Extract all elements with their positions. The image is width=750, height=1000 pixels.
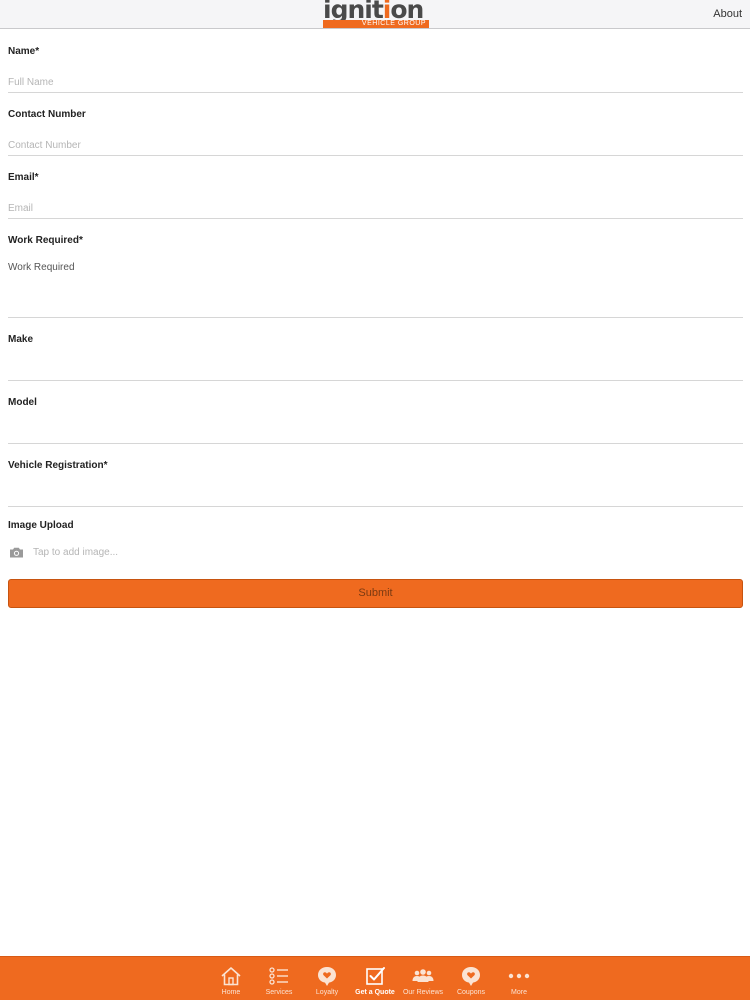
ignition-logo: ignition VEHICLE GROUP <box>323 0 429 29</box>
logo-subtitle: VEHICLE GROUP <box>323 20 429 28</box>
bottom-tab-bar: Home Services Loyalty Get a Quote Our Re… <box>0 956 750 1000</box>
app-screen: ignition VEHICLE GROUP About Name* Conta… <box>0 0 750 1000</box>
name-field: Name* <box>8 46 743 93</box>
vehicle-registration-input[interactable] <box>8 487 743 501</box>
submit-button[interactable]: Submit <box>8 579 743 608</box>
model-input[interactable] <box>8 424 743 438</box>
image-upload-label: Image Upload <box>8 520 74 531</box>
top-nav-bar: ignition VEHICLE GROUP About <box>0 0 750 29</box>
name-label: Name* <box>8 46 40 57</box>
heart-bubble-icon <box>462 967 480 986</box>
tab-more-label: More <box>511 989 527 996</box>
image-upload-picker[interactable]: Tap to add image... <box>8 545 308 561</box>
make-input[interactable] <box>8 361 743 375</box>
camera-icon <box>10 547 23 558</box>
tab-our-reviews[interactable]: Our Reviews <box>399 957 447 1000</box>
logo-wordmark: ignition <box>323 0 424 24</box>
tab-coupons[interactable]: Coupons <box>447 957 495 1000</box>
tab-loyalty[interactable]: Loyalty <box>303 957 351 1000</box>
work-required-label: Work Required* <box>8 235 83 246</box>
work-required-textarea[interactable] <box>8 262 743 302</box>
checkbox-icon <box>366 967 385 985</box>
vehicle-registration-label: Vehicle Registration* <box>8 460 108 471</box>
list-icon <box>269 967 288 985</box>
vehicle-registration-field: Vehicle Registration* <box>8 460 743 507</box>
contact-number-input[interactable] <box>8 138 743 152</box>
make-label: Make <box>8 334 34 345</box>
tab-more[interactable]: More <box>495 957 543 1000</box>
model-label: Model <box>8 397 37 408</box>
image-upload-hint: Tap to add image... <box>33 547 119 558</box>
model-field: Model <box>8 397 743 444</box>
tab-get-a-quote[interactable]: Get a Quote <box>351 957 399 1000</box>
more-dots-icon <box>508 973 530 979</box>
people-icon <box>412 969 434 982</box>
home-icon <box>221 967 241 986</box>
make-field: Make <box>8 334 743 381</box>
email-field: Email* <box>8 172 743 219</box>
email-input[interactable] <box>8 201 743 215</box>
name-input[interactable] <box>8 75 743 89</box>
contact-number-label: Contact Number <box>8 109 86 120</box>
email-label: Email* <box>8 172 39 183</box>
tab-home[interactable]: Home <box>207 957 255 1000</box>
contact-number-field: Contact Number <box>8 109 743 156</box>
heart-bubble-icon <box>318 967 336 986</box>
tab-services[interactable]: Services <box>255 957 303 1000</box>
work-required-field: Work Required* <box>8 235 743 318</box>
about-link[interactable]: About <box>713 8 742 20</box>
